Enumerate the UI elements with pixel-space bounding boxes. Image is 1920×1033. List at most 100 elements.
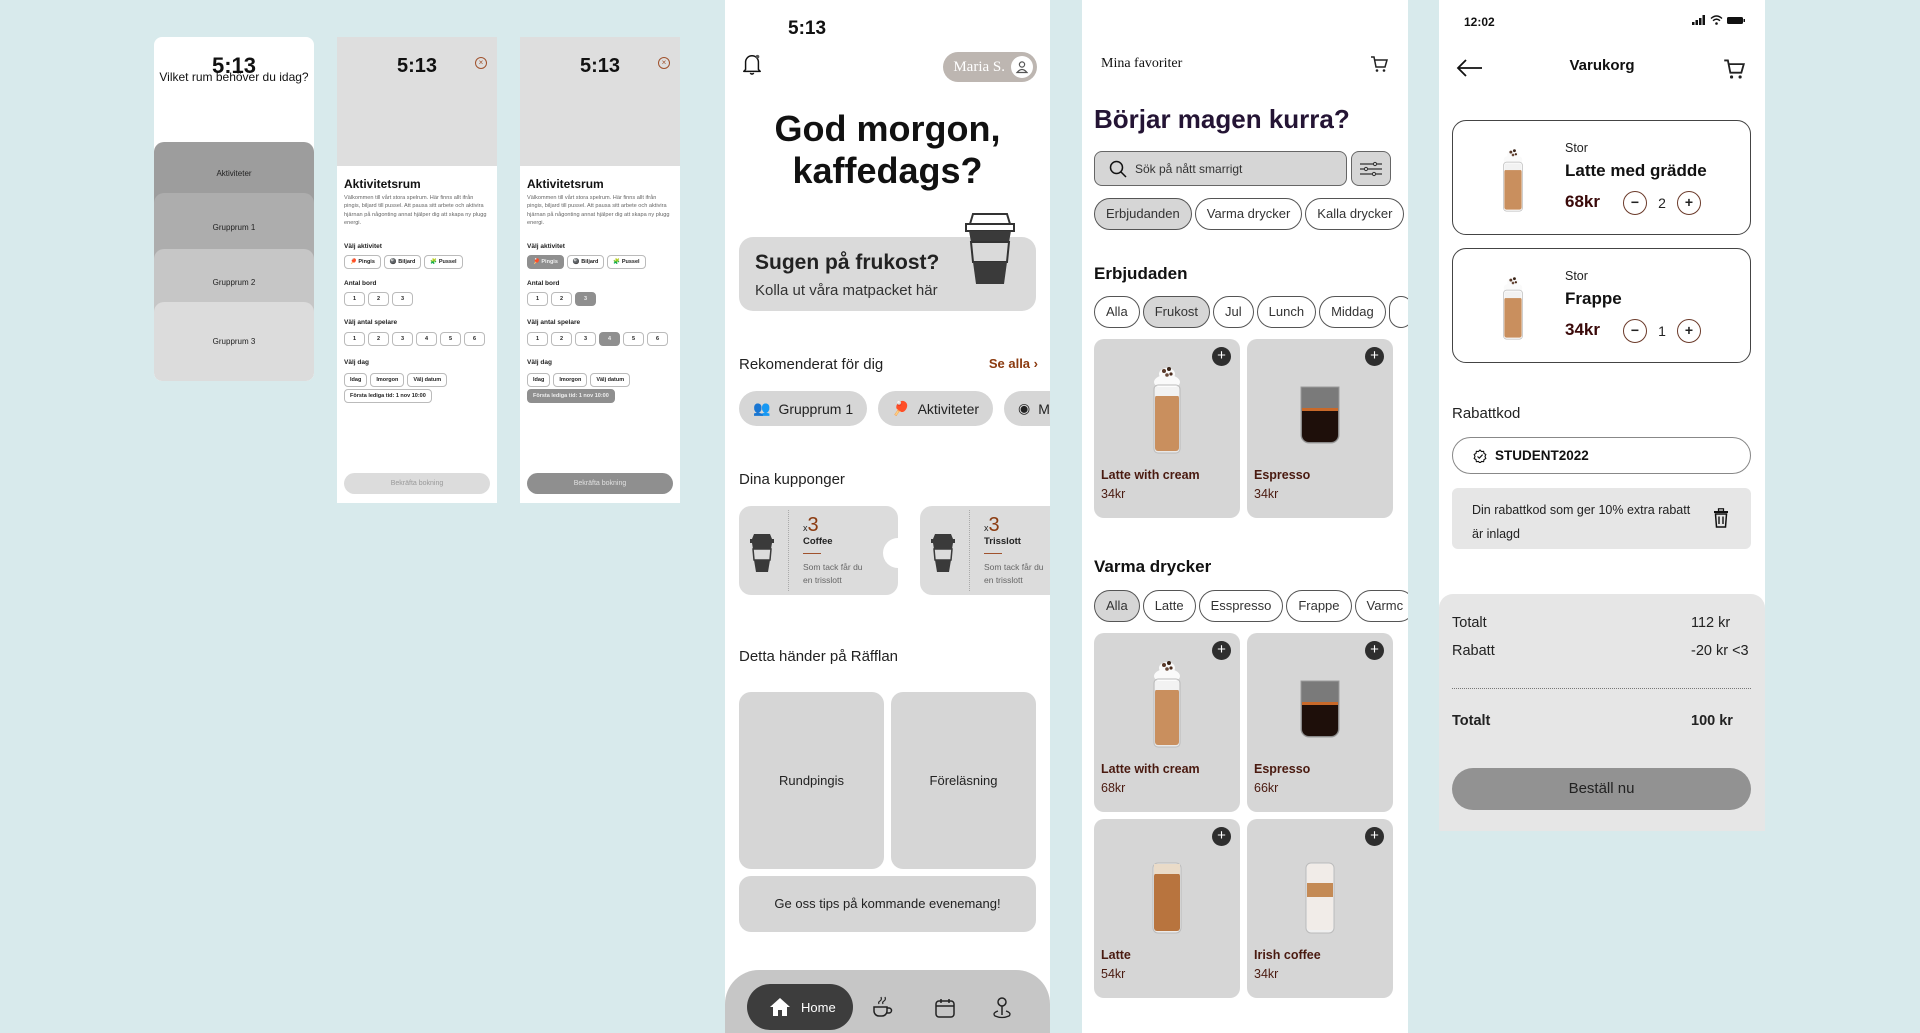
recommended-aktiviteter[interactable]: 🏓 Aktiviteter — [878, 391, 994, 426]
player-count-option[interactable]: 6 — [464, 332, 485, 346]
table-count-option[interactable]: 3 — [575, 292, 596, 306]
offer-filter-alla[interactable]: Alla — [1094, 296, 1140, 328]
player-count-option[interactable]: 1 — [527, 332, 548, 346]
confirm-booking-button[interactable]: Bekräfta bokning — [527, 473, 673, 494]
product-card-latte-with-cream[interactable]: + Latte with cream 34kr — [1094, 339, 1240, 518]
close-icon[interactable]: × — [658, 57, 670, 69]
cart-icon[interactable] — [1723, 58, 1745, 80]
cart-icon[interactable] — [1370, 55, 1388, 73]
activity-option-biljard[interactable]: 🎱 Biljard — [383, 255, 422, 269]
table-count-option[interactable]: 2 — [551, 292, 572, 306]
category-tab-erbjudanden[interactable]: Erbjudanden — [1094, 198, 1192, 230]
hot-filter-alla[interactable]: Alla — [1094, 590, 1140, 622]
recommended-title: Rekomenderat för dig — [739, 356, 884, 373]
day-option-idag[interactable]: Idag — [344, 373, 368, 387]
product-card-latte[interactable]: + Latte 54kr — [1094, 819, 1240, 998]
status-time: 5:13 — [579, 55, 621, 77]
activity-option-pussel[interactable]: 🧩 Pussel — [607, 255, 646, 269]
hot-filter-latte[interactable]: Latte — [1142, 590, 1196, 622]
product-card-irish-coffee[interactable]: + Irish coffee 34kr — [1247, 819, 1393, 998]
coupon-card[interactable]: x3 Coffee Som tack får du en trisslott — [739, 506, 913, 595]
coupon-card[interactable]: x3 Trisslott Som tack får du en trisslott — [920, 506, 1050, 595]
coupons-title: Dina kupponger — [739, 471, 845, 488]
suggest-event-button[interactable]: Ge oss tips på kommande evenemang! — [739, 876, 1036, 932]
player-count-option[interactable]: 3 — [392, 332, 413, 346]
offer-filter-frukost[interactable]: Frukost — [1142, 296, 1211, 328]
player-count-option[interactable]: 2 — [368, 332, 389, 346]
close-icon[interactable]: × — [475, 57, 487, 69]
day-option-imorgon[interactable]: Imorgon — [370, 373, 405, 387]
search-input[interactable]: Sök på nått smarrigt — [1094, 151, 1347, 186]
activity-option-pingis[interactable]: 🏓 Pingis — [527, 255, 564, 269]
player-count-option[interactable]: 4 — [416, 332, 437, 346]
confirm-booking-button[interactable]: Bekräfta bokning — [344, 473, 490, 494]
activity-option-pussel[interactable]: 🧩 Pussel — [424, 255, 463, 269]
trash-icon[interactable] — [1713, 508, 1729, 528]
add-to-cart-plus-icon[interactable]: + — [1365, 827, 1384, 846]
recommended-grupprum-1[interactable]: 👥 Grupprum 1 — [739, 391, 868, 426]
offer-filter-middag[interactable]: Middag — [1319, 296, 1386, 328]
offer-filter-more[interactable] — [1388, 296, 1408, 328]
order-now-button[interactable]: Beställ nu — [1452, 768, 1751, 810]
add-to-cart-plus-icon[interactable]: + — [1365, 641, 1384, 660]
increase-quantity-button[interactable]: + — [1677, 319, 1701, 343]
decrease-quantity-button[interactable]: − — [1623, 191, 1647, 215]
product-card-espresso[interactable]: + Espresso 66kr — [1247, 633, 1393, 812]
offer-filter-jul[interactable]: Jul — [1213, 296, 1254, 328]
favorites-link[interactable]: Mina favoriter — [1101, 56, 1182, 72]
add-to-cart-plus-icon[interactable]: + — [1365, 347, 1384, 366]
day-option-imorgon[interactable]: Imorgon — [553, 373, 588, 387]
see-all-link[interactable]: Se alla › — [989, 356, 1038, 371]
coffee-icon[interactable] — [870, 996, 894, 1020]
discount-code-input[interactable]: STUDENT2022 — [1452, 437, 1751, 474]
product-card-latte-with-cream[interactable]: + Latte with cream 68kr — [1094, 633, 1240, 812]
add-to-cart-plus-icon[interactable]: + — [1212, 347, 1231, 366]
player-count-option[interactable]: 2 — [551, 332, 572, 346]
event-card-rundpingis[interactable]: Rundpingis — [739, 692, 884, 869]
table-count-option[interactable]: 1 — [344, 292, 365, 306]
increase-quantity-button[interactable]: + — [1677, 191, 1701, 215]
player-options: 123456 — [344, 332, 485, 346]
user-profile-button[interactable]: Maria S. — [943, 52, 1037, 82]
table-count-option[interactable]: 2 — [368, 292, 389, 306]
add-to-cart-plus-icon[interactable]: + — [1212, 641, 1231, 660]
recommended-mote[interactable]: ◉ Möte — [1004, 391, 1050, 426]
day-option-idag[interactable]: Idag — [527, 373, 551, 387]
day-option-valj-datum[interactable]: Välj datum — [590, 373, 631, 387]
player-count-option[interactable]: 6 — [647, 332, 668, 346]
filter-button[interactable] — [1351, 151, 1391, 186]
activity-option-biljard[interactable]: 🎱 Biljard — [566, 255, 605, 269]
player-count-option[interactable]: 4 — [599, 332, 620, 346]
location-pin-icon[interactable] — [990, 996, 1014, 1020]
player-count-option[interactable]: 3 — [575, 332, 596, 346]
room-description: Välkommen till vårt stora spelrum. Här f… — [344, 195, 487, 227]
coupon-divider — [969, 510, 970, 591]
drink-image-irish — [1295, 837, 1345, 937]
player-count-option[interactable]: 5 — [440, 332, 461, 346]
recommended-list: 👥 Grupprum 1 🏓 Aktiviteter ◉ Möte — [739, 391, 1050, 426]
table-count-option[interactable]: 1 — [527, 292, 548, 306]
first-available-time[interactable]: Första lediga tid: 1 nov 10:00 — [344, 389, 432, 403]
add-to-cart-plus-icon[interactable]: + — [1212, 827, 1231, 846]
room-option-grupprum-3[interactable]: Grupprum 3 — [154, 302, 314, 381]
nav-home[interactable]: Home — [747, 984, 853, 1030]
table-count-option[interactable]: 3 — [392, 292, 413, 306]
hot-filter-frappe[interactable]: Frappe — [1286, 590, 1352, 622]
product-card-espresso[interactable]: + Espresso 34kr — [1247, 339, 1393, 518]
activity-option-pingis[interactable]: 🏓 Pingis — [344, 255, 381, 269]
day-option-valj-datum[interactable]: Välj datum — [407, 373, 448, 387]
hot-filter-varmc[interactable]: Varmc — [1354, 590, 1408, 622]
category-tab-kalla-drycker[interactable]: Kalla drycker — [1305, 198, 1405, 230]
player-count-option[interactable]: 1 — [344, 332, 365, 346]
player-count-option[interactable]: 5 — [623, 332, 644, 346]
greeting-line-2: kaffedags? — [792, 150, 983, 191]
coupon-underline — [984, 553, 1002, 554]
calendar-icon[interactable] — [933, 996, 957, 1020]
hot-filter-esspresso[interactable]: Esspresso — [1198, 590, 1284, 622]
offer-filter-lunch[interactable]: Lunch — [1256, 296, 1317, 328]
category-tab-varma-drycker[interactable]: Varma drycker — [1194, 198, 1303, 230]
bell-icon[interactable] — [741, 52, 763, 76]
decrease-quantity-button[interactable]: − — [1623, 319, 1647, 343]
first-available-time[interactable]: Första lediga tid: 1 nov 10:00 — [527, 389, 615, 403]
event-card-forelasning[interactable]: Föreläsning — [891, 692, 1036, 869]
